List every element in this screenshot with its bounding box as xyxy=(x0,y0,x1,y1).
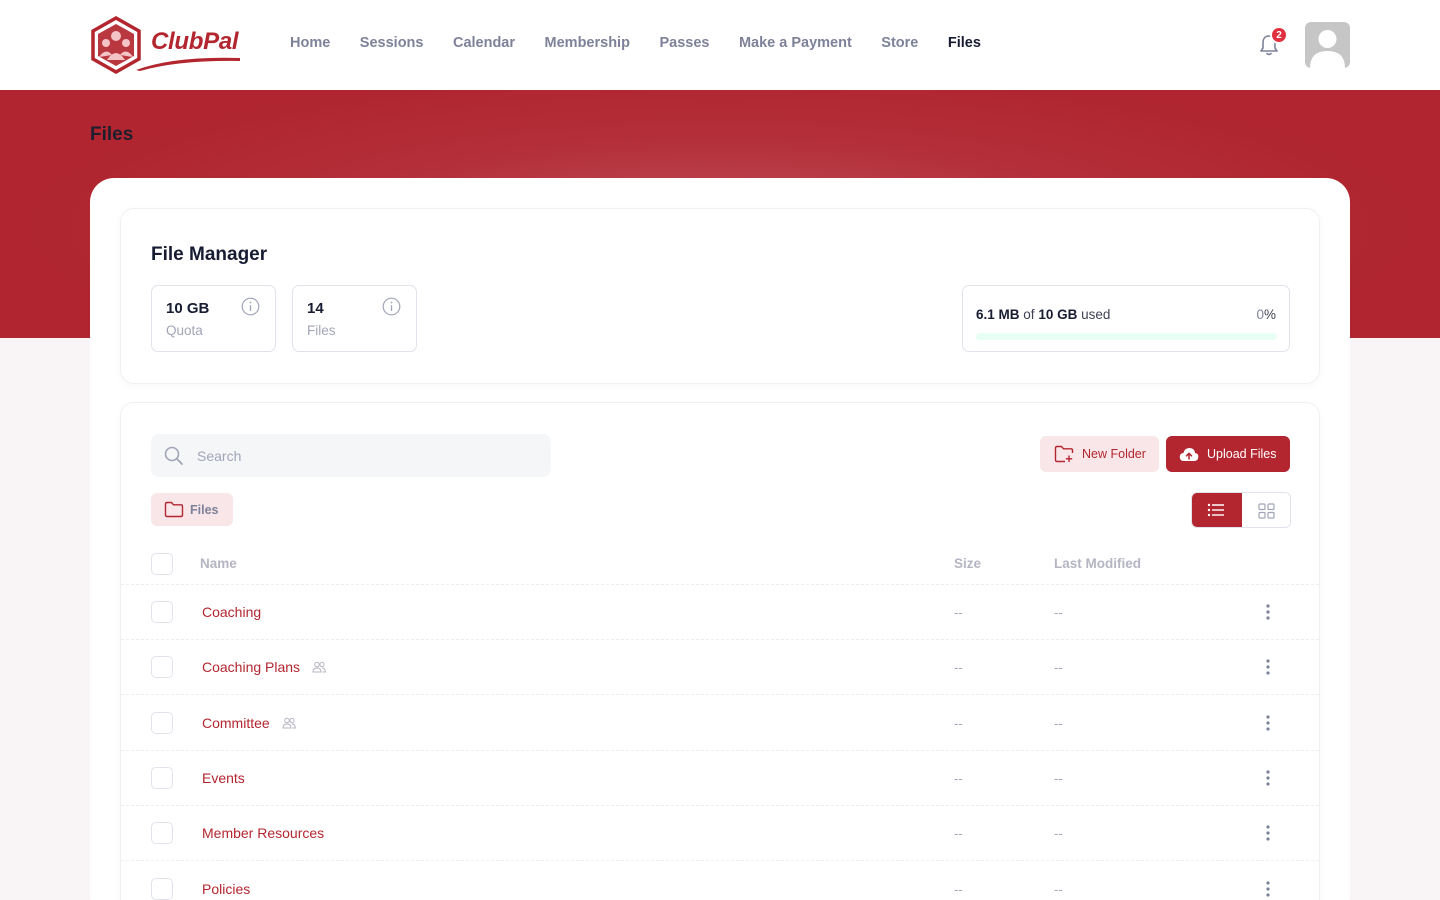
more-options-icon[interactable] xyxy=(1259,602,1277,622)
folder-name-link[interactable]: Member Resources xyxy=(202,825,324,841)
column-size[interactable]: Size xyxy=(954,556,981,571)
files-count-stat: 14 Files xyxy=(292,285,417,352)
used-amount: 6.1 MB xyxy=(976,307,1020,322)
file-size: -- xyxy=(954,826,963,842)
file-manager-summary-card: File Manager 10 GB Quota 14 Files 6.1 MB… xyxy=(120,208,1320,384)
shared-users-icon xyxy=(282,717,296,729)
list-view-button[interactable] xyxy=(1192,493,1242,527)
usage-progress-bar xyxy=(976,333,1277,340)
info-icon[interactable] xyxy=(382,297,401,316)
nav-item-home[interactable]: Home xyxy=(290,35,330,51)
last-modified: -- xyxy=(1054,605,1063,620)
row-checkbox[interactable] xyxy=(151,656,173,679)
search-icon xyxy=(164,446,183,465)
new-folder-label: New Folder xyxy=(1082,447,1146,461)
file-size: -- xyxy=(954,715,963,731)
table-row[interactable]: Coaching -- -- xyxy=(121,585,1319,640)
table-row[interactable]: Coaching Plans -- -- xyxy=(121,640,1319,696)
grid-view-button[interactable] xyxy=(1242,493,1290,527)
last-modified: -- xyxy=(1054,715,1063,731)
folder-name-link[interactable]: Coaching xyxy=(202,604,261,620)
more-options-icon[interactable] xyxy=(1259,657,1277,677)
select-all-checkbox[interactable] xyxy=(151,553,173,575)
storage-usage-text: 6.1 MB of 10 GB used xyxy=(976,307,1110,322)
used-text: used xyxy=(1081,307,1111,322)
usage-percent-sign: % xyxy=(1263,307,1276,322)
folder-name-link[interactable]: Events xyxy=(202,770,245,786)
files-list-card: New Folder Upload Files Files xyxy=(120,402,1320,900)
folder-plus-icon xyxy=(1054,445,1074,463)
folder-name-link[interactable]: Coaching Plans xyxy=(202,659,300,675)
quota-label: Quota xyxy=(166,323,203,338)
row-checkbox[interactable] xyxy=(151,601,173,623)
quota-value: 10 GB xyxy=(166,300,210,317)
column-name[interactable]: Name xyxy=(200,556,237,571)
nav-item-sessions[interactable]: Sessions xyxy=(360,35,424,51)
clubpal-logo[interactable]: ClubPal xyxy=(90,16,242,74)
nav-item-files[interactable]: Files xyxy=(948,35,981,51)
search-input[interactable] xyxy=(197,434,537,477)
nav-item-passes[interactable]: Passes xyxy=(659,35,709,51)
last-modified: -- xyxy=(1054,770,1063,786)
folder-icon xyxy=(164,501,184,518)
last-modified: -- xyxy=(1054,826,1063,842)
folder-name-link[interactable]: Policies xyxy=(202,881,250,897)
grid-icon xyxy=(1258,503,1275,519)
nav-item-make-a-payment[interactable]: Make a Payment xyxy=(739,35,852,51)
quota-stat: 10 GB Quota xyxy=(151,285,276,352)
info-icon[interactable] xyxy=(241,297,260,316)
row-checkbox[interactable] xyxy=(151,766,173,789)
nav-item-membership[interactable]: Membership xyxy=(545,35,630,51)
row-checkbox[interactable] xyxy=(151,711,173,734)
more-options-icon[interactable] xyxy=(1259,768,1277,788)
more-options-icon[interactable] xyxy=(1259,879,1277,899)
last-modified: -- xyxy=(1054,660,1063,676)
last-modified: -- xyxy=(1054,881,1063,897)
table-row[interactable]: Events -- -- xyxy=(121,751,1319,806)
notification-badge: 2 xyxy=(1270,26,1288,44)
file-size: -- xyxy=(954,881,963,897)
table-row[interactable]: Member Resources -- -- xyxy=(121,806,1319,862)
more-options-icon[interactable] xyxy=(1259,713,1277,733)
breadcrumb-label: Files xyxy=(190,503,219,517)
file-size: -- xyxy=(954,770,963,786)
breadcrumb[interactable]: Files xyxy=(151,493,233,526)
row-checkbox[interactable] xyxy=(151,822,173,845)
upload-files-label: Upload Files xyxy=(1207,447,1277,461)
file-manager-title: File Manager xyxy=(151,244,268,265)
usage-percent-value: 0 xyxy=(1256,307,1264,322)
file-size: -- xyxy=(954,660,963,676)
main-nav: Home Sessions Calendar Membership Passes Make… xyxy=(290,35,1010,51)
usage-percent: 0% xyxy=(1256,307,1276,322)
table-row[interactable]: Committee -- -- xyxy=(121,696,1319,751)
column-last-modified[interactable]: Last Modified xyxy=(1054,556,1141,571)
cloud-upload-icon xyxy=(1179,448,1199,461)
table-row[interactable]: Policies -- -- xyxy=(121,862,1319,900)
user-avatar[interactable] xyxy=(1305,22,1350,68)
file-size: -- xyxy=(954,605,963,620)
more-options-icon[interactable] xyxy=(1259,823,1277,843)
search-box xyxy=(151,434,551,477)
total-amount: 10 GB xyxy=(1038,307,1078,322)
nav-item-calendar[interactable]: Calendar xyxy=(453,35,515,51)
folder-name-link[interactable]: Committee xyxy=(202,715,270,731)
table-header: Name Size Last Modified xyxy=(121,543,1319,585)
list-icon xyxy=(1207,503,1224,517)
view-toggle xyxy=(1191,492,1291,528)
upload-files-button[interactable]: Upload Files xyxy=(1166,436,1290,472)
files-count-label: Files xyxy=(307,323,336,338)
files-count-value: 14 xyxy=(307,300,324,317)
row-checkbox[interactable] xyxy=(151,877,173,900)
user-silhouette-icon xyxy=(1310,30,1345,68)
top-header: ClubPal Home Sessions Calendar Membership Pa… xyxy=(0,0,1440,90)
page-title: Files xyxy=(90,124,134,145)
storage-usage-box: 6.1 MB of 10 GB used 0% xyxy=(962,285,1290,352)
new-folder-button[interactable]: New Folder xyxy=(1040,436,1159,472)
of-text: of xyxy=(1023,307,1035,322)
logo-swoosh xyxy=(136,57,240,71)
shared-users-icon xyxy=(312,661,326,673)
nav-item-store[interactable]: Store xyxy=(881,35,918,51)
